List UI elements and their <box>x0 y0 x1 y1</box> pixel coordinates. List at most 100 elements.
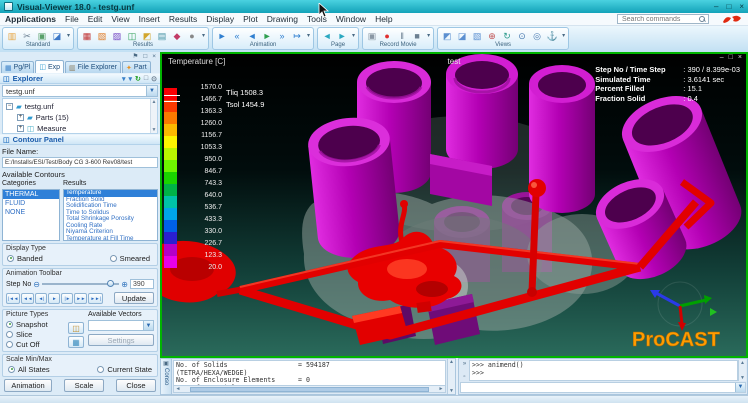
menu-applications[interactable]: Applications <box>5 14 56 24</box>
file-name-input[interactable] <box>2 157 158 168</box>
menu-window[interactable]: Window <box>336 14 366 24</box>
cutoff-tool-button[interactable]: ▦ <box>68 336 84 348</box>
menu-display[interactable]: Display <box>206 14 234 24</box>
menu-help[interactable]: Help <box>375 14 392 24</box>
rewind-button[interactable]: ◄◄ <box>21 293 34 304</box>
new-page-icon[interactable]: □ <box>144 75 148 83</box>
record-icon[interactable]: ● <box>381 30 393 42</box>
cut-icon[interactable]: ✂ <box>21 30 33 42</box>
category-fluid[interactable]: FLUID <box>3 199 59 208</box>
probe-icon[interactable]: ◆ <box>171 30 183 42</box>
filter-icon[interactable]: ▾ <box>122 75 126 83</box>
step-slider[interactable] <box>42 283 119 285</box>
tab-part[interactable]: ✦Part <box>122 61 151 73</box>
category-thermal[interactable]: THERMAL <box>3 190 59 199</box>
category-none[interactable]: NONE <box>3 208 59 217</box>
radio-snapshot[interactable]: Snapshot <box>6 319 64 329</box>
next-page-icon[interactable]: ► <box>336 30 348 42</box>
radio-all-states[interactable]: All States <box>8 364 50 374</box>
viewport-3d[interactable]: ProCAST Temperature [C] test – □ × <box>160 52 748 358</box>
maximize-button[interactable]: □ <box>726 1 731 13</box>
camera-icon[interactable]: ▣ <box>366 30 378 42</box>
viewport-restore-button[interactable]: □ <box>729 54 733 61</box>
menu-plot[interactable]: Plot <box>243 14 258 24</box>
close-button[interactable]: Close <box>116 379 156 392</box>
top-view-icon[interactable]: ▧ <box>471 30 483 42</box>
group-overflow-icon[interactable]: ▾ <box>427 32 430 39</box>
contour-icon[interactable]: ▧ <box>96 30 108 42</box>
menu-drawing[interactable]: Drawing <box>267 14 298 24</box>
close-panel-icon[interactable]: × <box>152 53 156 60</box>
scale-button[interactable]: Scale <box>64 379 104 392</box>
menu-results[interactable]: Results <box>169 14 197 24</box>
settings-button[interactable]: Settings <box>88 334 154 346</box>
step-forward-button[interactable]: |► <box>61 293 73 304</box>
expand-icon[interactable]: + <box>17 114 24 121</box>
zoom-in-icon[interactable]: ⊙ <box>516 30 528 42</box>
export-animation-icon[interactable]: ↦ <box>291 30 303 42</box>
console-tab[interactable]: ▣ Conso <box>161 359 172 394</box>
step-minus-icon[interactable]: ⊖ <box>33 280 40 289</box>
radio-smeared[interactable]: Smeared <box>110 253 150 263</box>
tree-item-root[interactable]: − ▰ testg.unf <box>6 101 149 112</box>
copy-icon[interactable]: ▣ <box>36 30 48 42</box>
front-view-icon[interactable]: ◪ <box>456 30 468 42</box>
slice-tool-button[interactable]: ◫ <box>68 322 84 334</box>
tree-item-measure[interactable]: + ◫ Measure <box>6 123 149 134</box>
result-options-icon[interactable]: ● <box>186 30 198 42</box>
search-box[interactable] <box>617 14 709 24</box>
viewport-close-button[interactable]: × <box>738 54 742 61</box>
step-back-button[interactable]: ◄| <box>35 293 47 304</box>
tree-scrollbar[interactable]: ▲▼ <box>150 99 157 133</box>
slider-thumb[interactable] <box>107 280 114 287</box>
vector-plot-icon[interactable]: ▨ <box>111 30 123 42</box>
python-command-input[interactable]: ▼ <box>460 382 746 393</box>
console-vscrollbar[interactable]: ▲▼ <box>447 359 455 394</box>
tab-file-explorer[interactable]: ▥File Explorer <box>65 61 121 73</box>
save-icon[interactable]: ◪ <box>51 30 63 42</box>
go-first-button[interactable]: |◄◄ <box>6 293 20 304</box>
iso-surface-icon[interactable]: ◫ <box>126 30 138 42</box>
menu-edit[interactable]: Edit <box>88 14 103 24</box>
open-file-icon[interactable]: ▥ <box>6 30 18 42</box>
update-button[interactable]: Update <box>114 292 154 304</box>
tab-pgpl[interactable]: ▦Pg/Pl <box>1 61 34 73</box>
collapse-icon[interactable]: − <box>6 103 13 110</box>
viewport-minimize-button[interactable]: – <box>720 54 724 61</box>
tree-item-parts[interactable]: + ▰ Parts (15) <box>6 112 149 123</box>
xy-plot-icon[interactable]: ▤ <box>156 30 168 42</box>
tab-exp[interactable]: ◫Exp <box>35 60 64 73</box>
pause-icon[interactable]: ‖ <box>396 30 408 42</box>
radio-banded[interactable]: Banded <box>7 253 43 263</box>
first-frame-icon[interactable]: « <box>231 30 243 42</box>
group-overflow-icon[interactable]: ▾ <box>352 32 355 39</box>
refresh-icon[interactable]: ↻ <box>135 75 141 83</box>
chevron-down-icon[interactable]: ▼ <box>143 321 153 330</box>
menu-insert[interactable]: Insert <box>139 14 160 24</box>
rotate-view-icon[interactable]: ↻ <box>501 30 513 42</box>
go-last-button[interactable]: ►►| <box>88 293 102 304</box>
chevron-down-icon[interactable]: ▼ <box>735 383 745 392</box>
animation-button[interactable]: Animation <box>4 379 52 392</box>
close-button[interactable]: × <box>739 1 744 13</box>
menu-file[interactable]: File <box>65 14 79 24</box>
prev-page-icon[interactable]: ◄ <box>321 30 333 42</box>
step-value-input[interactable]: 390 <box>130 279 154 289</box>
more-icon[interactable]: ⊙ <box>151 75 157 83</box>
group-overflow-icon[interactable]: ▾ <box>562 32 565 39</box>
fit-view-icon[interactable]: ◎ <box>531 30 543 42</box>
play-icon[interactable]: ► <box>261 30 273 42</box>
animation-panel-icon[interactable]: ► <box>216 30 228 42</box>
radio-slice[interactable]: Slice <box>6 329 64 339</box>
radio-cutoff[interactable]: Cut Off <box>6 339 64 349</box>
axes-icon[interactable]: ⊕ <box>486 30 498 42</box>
prev-frame-icon[interactable]: ◄ <box>246 30 258 42</box>
load-results-icon[interactable]: ▦ <box>81 30 93 42</box>
pin-icon[interactable]: ⚑ <box>132 52 138 60</box>
group-overflow-icon[interactable]: ▾ <box>202 32 205 39</box>
stop-icon[interactable]: ■ <box>411 30 423 42</box>
play-button[interactable]: ► <box>48 293 60 304</box>
float-icon[interactable]: □ <box>143 53 147 60</box>
expand-console-icon[interactable]: ▫ <box>463 374 465 380</box>
vectors-combo[interactable]: ▼ <box>88 320 154 331</box>
